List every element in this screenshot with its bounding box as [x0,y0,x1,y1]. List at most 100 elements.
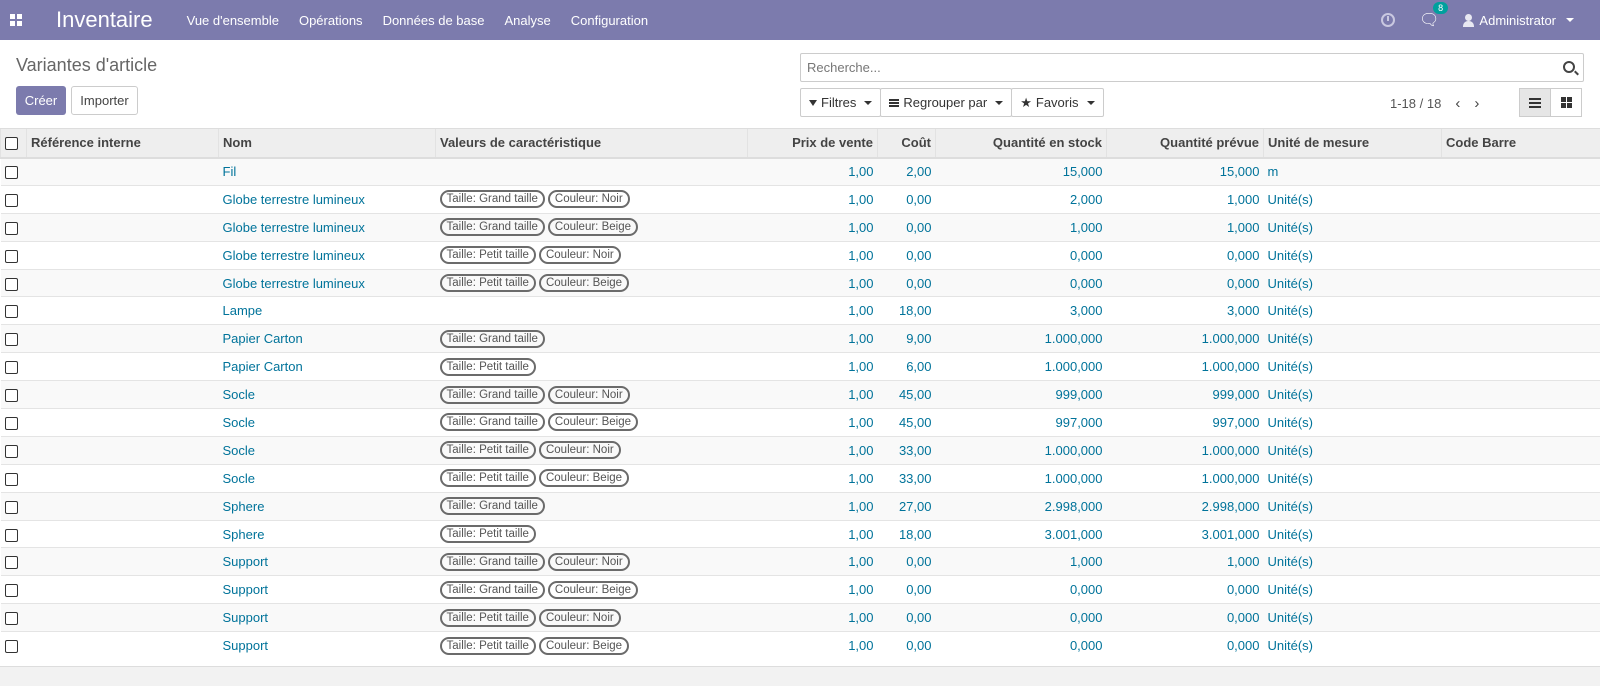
messages-button[interactable]: 🗨 8 [1419,2,1449,30]
kanban-view-button[interactable] [1550,88,1582,117]
column-attribute-values[interactable]: Valeurs de caractéristique [435,128,748,159]
activities-clock-icon[interactable] [1381,13,1396,27]
cell-forecast-qty: 1,000 [1106,547,1264,576]
select-all-checkbox[interactable] [5,137,18,151]
menu-item-analysis[interactable]: Analyse [504,13,550,28]
search-icon[interactable] [1563,61,1575,73]
apps-menu-icon[interactable] [10,12,26,28]
table-row[interactable]: Socle Taille: Grand taille Couleur: Noir 1,… [0,380,1600,409]
row-checkbox[interactable] [4,221,18,235]
attribute-tag: Taille: Petit taille [439,441,536,460]
attribute-tag: Couleur: Beige [538,469,630,488]
row-checkbox[interactable] [4,305,18,319]
column-forecast-qty[interactable]: Quantité prévue [1106,128,1264,159]
table-row[interactable]: Globe terrestre lumineux Taille: Petit ta… [0,240,1600,270]
row-checkbox[interactable] [4,416,18,430]
row-checkbox[interactable] [4,333,18,347]
column-barcode[interactable]: Code Barre [1441,128,1600,159]
cell-cost: 27,00 [877,491,936,521]
table-row[interactable]: Socle Taille: Grand taille Couleur: Beige 1… [0,408,1600,437]
row-checkbox[interactable] [4,612,18,626]
row-checkbox[interactable] [4,277,18,291]
cell-uom: Unité(s) [1263,240,1442,270]
table-row[interactable]: Support Taille: Petit taille Couleur: Noir… [0,603,1600,632]
cell-internal-ref [26,212,219,242]
row-checkbox[interactable] [4,389,18,403]
user-menu[interactable]: Administrator [1463,13,1574,28]
table-row[interactable]: Sphere Taille: Grand taille 1,00 27,00 2.998… [0,491,1600,521]
cell-barcode [1441,631,1600,660]
menu-item-configuration[interactable]: Configuration [571,13,648,28]
table-row[interactable]: Papier Carton Taille: Grand taille 1,00 9,0… [0,324,1600,353]
column-qty-on-hand[interactable]: Quantité en stock [935,128,1107,159]
chevron-left-icon[interactable]: ‹ [1455,95,1460,112]
column-sale-price[interactable]: Prix de vente [747,128,878,159]
menu-item-master-data[interactable]: Données de base [383,13,485,28]
favorites-button[interactable]: ★ Favoris [1011,88,1104,117]
row-checkbox[interactable] [4,361,18,375]
table-row[interactable]: Socle Taille: Petit taille Couleur: Beige 1… [0,463,1600,493]
filters-button[interactable]: Filtres [800,88,882,117]
table-row[interactable]: Socle Taille: Petit taille Couleur: Noir 1,… [0,435,1600,465]
cell-name: Lampe [218,296,436,325]
cell-qty-on-hand: 0,000 [935,240,1107,270]
table-row[interactable]: Papier Carton Taille: Petit taille 1,00 6,0… [0,352,1600,381]
row-checkbox[interactable] [4,528,18,542]
row-checkbox[interactable] [4,584,18,598]
row-select-cell [0,631,27,660]
cell-forecast-qty: 3.001,000 [1106,519,1264,548]
cell-attribute-values: Taille: Petit taille Couleur: Beige [435,463,748,493]
attribute-tag: Couleur: Noir [538,608,621,627]
list-view-button[interactable] [1519,88,1551,117]
column-cost[interactable]: Coût [877,128,936,159]
cell-qty-on-hand: 997,000 [935,408,1107,437]
table-row[interactable]: Support Taille: Grand taille Couleur: Noir… [0,547,1600,576]
row-checkbox[interactable] [4,166,18,180]
row-select-cell [0,380,27,409]
group-by-button[interactable]: Regrouper par [880,88,1013,117]
cell-cost: 0,00 [877,212,936,242]
table-row[interactable]: Globe terrestre lumineux Taille: Petit ta… [0,268,1600,297]
column-uom[interactable]: Unité de mesure [1263,128,1442,159]
table-row[interactable]: Lampe 1,00 18,00 3,000 3,000 Unité(s) [0,296,1600,325]
cell-uom: Unité(s) [1263,380,1442,409]
table-row[interactable]: Globe terrestre lumineux Taille: Grand ta… [0,184,1600,214]
menu-item-operations[interactable]: Opérations [299,13,363,28]
cell-qty-on-hand: 1.000,000 [935,324,1107,353]
row-checkbox[interactable] [4,249,18,263]
column-internal-ref[interactable]: Référence interne [26,128,219,159]
column-name[interactable]: Nom [218,128,436,159]
table-row[interactable]: Support Taille: Petit taille Couleur: Beig… [0,631,1600,660]
row-checkbox[interactable] [4,500,18,514]
row-checkbox[interactable] [4,193,18,207]
table-row[interactable]: Support Taille: Grand taille Couleur: Beig… [0,575,1600,604]
menu-item-overview[interactable]: Vue d'ensemble [187,13,279,28]
row-select-cell [0,575,27,604]
pager-value[interactable]: 1-18 / 18 [1390,96,1441,111]
app-name[interactable]: Inventaire [56,7,153,33]
table-row[interactable]: Sphere Taille: Petit taille 1,00 18,00 3.001… [0,519,1600,548]
cell-name: Sphere [218,491,436,521]
attribute-tag: Taille: Petit taille [439,274,536,292]
attribute-tag: Taille: Petit taille [439,469,536,488]
chevron-down-icon [1566,18,1574,22]
select-all-cell [0,128,27,159]
row-checkbox[interactable] [4,444,18,458]
search-input[interactable] [801,54,1541,81]
cell-internal-ref [26,547,219,576]
cell-barcode [1441,352,1600,381]
cell-attribute-values: Taille: Grand taille Couleur: Noir [435,184,748,214]
row-checkbox[interactable] [4,640,18,654]
import-button[interactable]: Importer [71,86,138,115]
cell-internal-ref [26,268,219,297]
row-checkbox[interactable] [4,556,18,570]
cell-cost: 0,00 [877,631,936,660]
row-checkbox[interactable] [4,472,18,486]
create-button[interactable]: Créer [16,86,66,115]
cell-name: Support [218,631,436,660]
cell-internal-ref [26,575,219,604]
table-row[interactable]: Globe terrestre lumineux Taille: Grand ta… [0,212,1600,242]
cell-name: Globe terrestre lumineux [218,184,436,214]
table-row[interactable]: Fil 1,00 2,00 15,000 15,000 m [0,157,1600,186]
chevron-right-icon[interactable]: › [1474,95,1479,112]
